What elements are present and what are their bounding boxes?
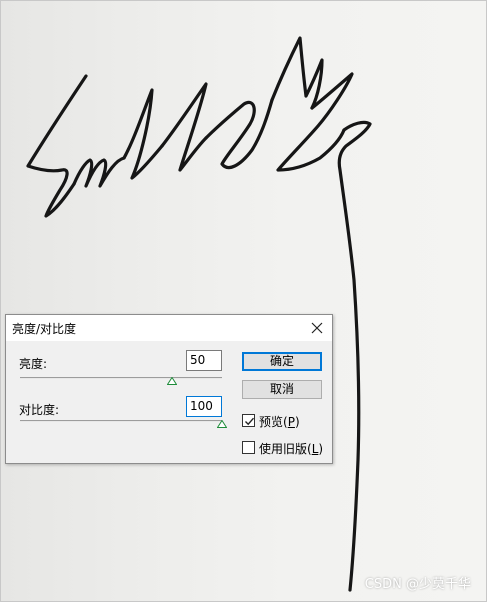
- brightness-slider-thumb[interactable]: [166, 377, 177, 385]
- close-icon: [311, 322, 323, 334]
- brightness-input[interactable]: 50: [186, 350, 222, 371]
- contrast-label: 对比度:: [19, 403, 60, 417]
- dialog-titlebar[interactable]: 亮度/对比度: [6, 315, 332, 341]
- handwritten-signature: [26, 36, 372, 592]
- use-legacy-checkbox[interactable]: [242, 441, 255, 454]
- close-button[interactable]: [304, 316, 330, 340]
- preview-checkbox[interactable]: [242, 414, 255, 427]
- brightness-slider-track[interactable]: [20, 377, 222, 379]
- watermark: CSDN @少莫千华: [364, 577, 471, 592]
- preview-label: 预览(P): [259, 415, 300, 429]
- brightness-label: 亮度:: [19, 357, 48, 371]
- ok-button[interactable]: 确定: [242, 352, 322, 371]
- use-legacy-checkbox-row[interactable]: 使用旧版(L): [242, 440, 328, 456]
- contrast-input[interactable]: 100: [186, 396, 222, 417]
- use-legacy-label: 使用旧版(L): [259, 442, 324, 456]
- image-canvas: [0, 0, 487, 602]
- cancel-button[interactable]: 取消: [242, 380, 322, 399]
- checkmark-icon: [245, 417, 255, 426]
- dialog-title: 亮度/对比度: [12, 322, 77, 336]
- contrast-slider-thumb[interactable]: [217, 420, 227, 428]
- preview-checkbox-row[interactable]: 预览(P): [242, 413, 322, 429]
- contrast-slider-track[interactable]: [20, 420, 222, 422]
- brightness-contrast-dialog: 亮度/对比度 亮度: 50 对比度: 100 确定 取消 预览(P) 使用旧版(…: [5, 314, 333, 464]
